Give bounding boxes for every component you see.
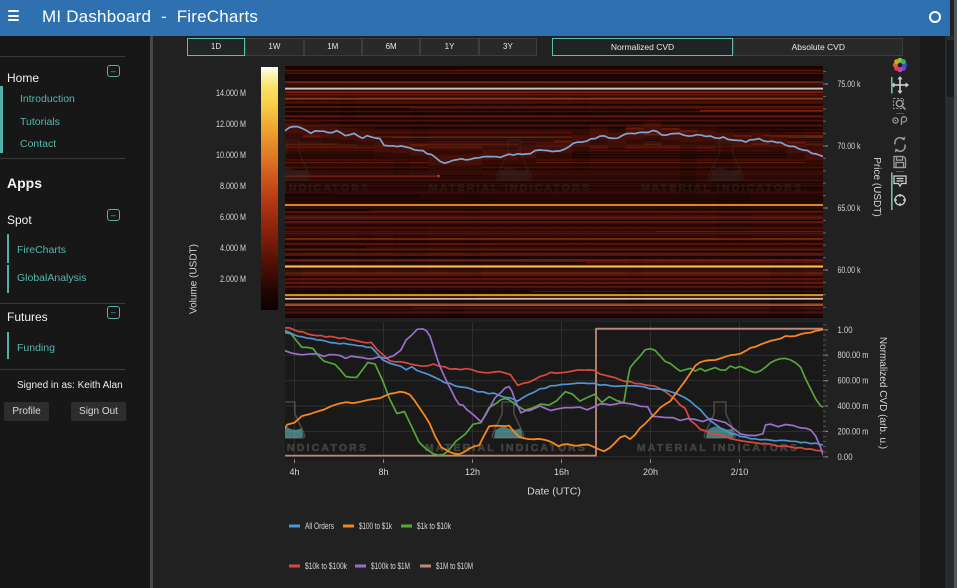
svg-text:MATERIAL INDICATORS: MATERIAL INDICATORS [429, 182, 591, 194]
svg-text:2/10: 2/10 [731, 467, 749, 477]
svg-text:Normalized CVD (arb. u.): Normalized CVD (arb. u.) [877, 337, 888, 449]
svg-text:1.00: 1.00 [838, 325, 853, 335]
svg-text:Date (UTC): Date (UTC) [527, 486, 581, 498]
svg-text:12h: 12h [465, 467, 480, 477]
svg-text:400.00 m: 400.00 m [838, 401, 869, 411]
svg-text:14.000 M: 14.000 M [216, 88, 246, 98]
svg-text:16h: 16h [554, 467, 569, 477]
svg-text:$1M to $10M: $1M to $10M [436, 561, 473, 571]
svg-text:All Orders: All Orders [305, 521, 334, 531]
svg-text:20h: 20h [643, 467, 658, 477]
svg-text:65.00 k: 65.00 k [838, 203, 861, 213]
svg-text:600.00 m: 600.00 m [838, 376, 869, 386]
svg-text:4.000 M: 4.000 M [220, 243, 246, 253]
svg-text:MATERIAL INDICATORS: MATERIAL INDICATORS [206, 442, 368, 454]
svg-text:8.000 M: 8.000 M [220, 181, 246, 191]
svg-text:MATERIAL INDICATORS: MATERIAL INDICATORS [641, 182, 803, 194]
svg-text:2.000 M: 2.000 M [220, 274, 246, 284]
svg-text:8h: 8h [378, 467, 388, 477]
svg-text:$100k to $1M: $100k to $1M [371, 561, 410, 571]
svg-text:12.000 M: 12.000 M [216, 119, 246, 129]
svg-text:10.000 M: 10.000 M [216, 150, 246, 160]
svg-text:75.00 k: 75.00 k [838, 79, 861, 89]
svg-text:$1k to $10k: $1k to $10k [417, 521, 451, 531]
svg-text:$10k to $100k: $10k to $100k [305, 561, 347, 571]
svg-text:6.000 M: 6.000 M [220, 212, 246, 222]
svg-text:Volume (USDT): Volume (USDT) [189, 244, 200, 314]
svg-text:200.00 m: 200.00 m [838, 426, 869, 436]
svg-text:$100 to $1k: $100 to $1k [359, 521, 392, 531]
svg-text:MATERIAL INDICATORS: MATERIAL INDICATORS [637, 442, 799, 454]
svg-text:4h: 4h [289, 467, 299, 477]
svg-text:800.00 m: 800.00 m [838, 350, 869, 360]
svg-text:70.00 k: 70.00 k [838, 141, 861, 151]
svg-text:Price (USDT): Price (USDT) [871, 157, 882, 216]
svg-text:60.00 k: 60.00 k [838, 265, 861, 275]
svg-text:0.00: 0.00 [838, 452, 853, 462]
